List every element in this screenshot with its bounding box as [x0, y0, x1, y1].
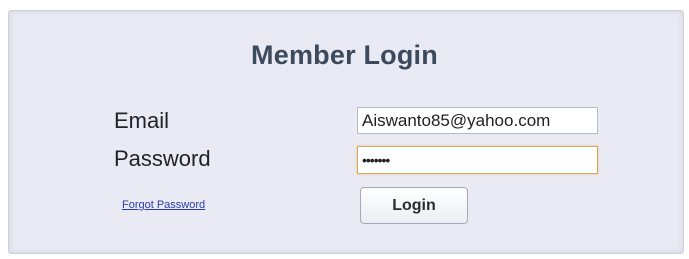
password-label: Password: [114, 146, 211, 171]
email-label: Email: [114, 108, 170, 133]
login-button[interactable]: Login: [360, 187, 468, 224]
email-input[interactable]: [357, 107, 598, 134]
password-input[interactable]: [357, 146, 598, 174]
login-title: Member Login: [251, 40, 438, 70]
forgot-password-link[interactable]: Forgot Password: [122, 199, 205, 211]
